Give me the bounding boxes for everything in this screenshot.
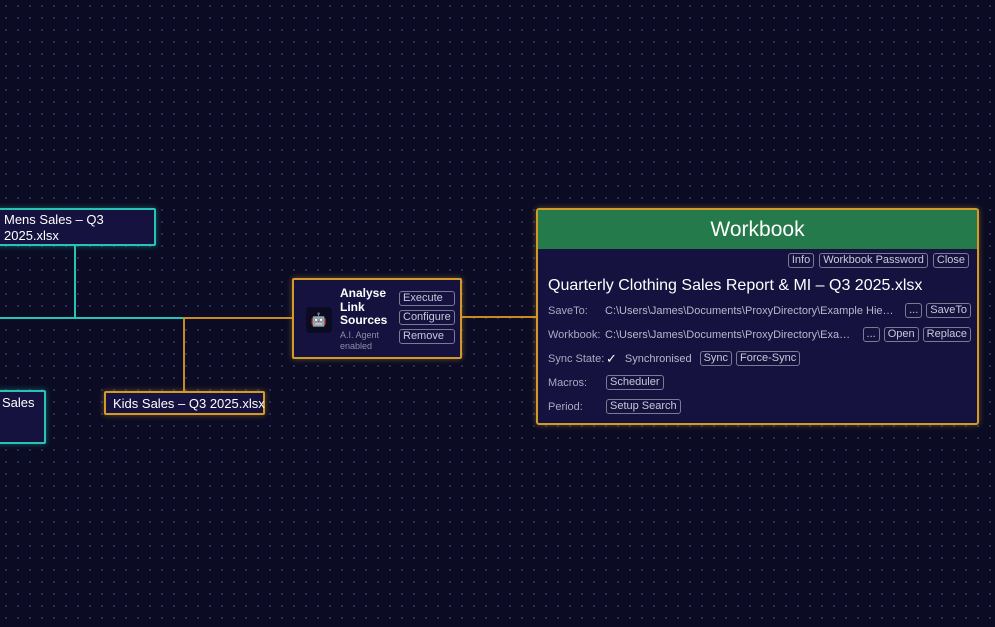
sync-state-label: Sync State: bbox=[548, 352, 605, 365]
replace-button[interactable]: Replace bbox=[922, 327, 971, 342]
saveto-browse-button[interactable]: ... bbox=[905, 303, 923, 318]
scheduler-button[interactable]: Scheduler bbox=[606, 375, 664, 390]
execute-button[interactable]: Execute bbox=[399, 291, 455, 306]
workbook-path: C:\Users\James\Documents\ProxyDirectory\… bbox=[605, 328, 855, 341]
period-row: Period: Setup Search bbox=[548, 398, 971, 415]
saveto-label: SaveTo: bbox=[548, 304, 588, 317]
mens-sales-label: Mens Sales – Q3 2025.xlsx bbox=[4, 212, 104, 243]
connector-teal-horizontal bbox=[0, 317, 184, 319]
configure-button[interactable]: Configure bbox=[399, 310, 455, 325]
robot-icon: 🤖 bbox=[306, 307, 332, 333]
workbook-browse-button[interactable]: ... bbox=[862, 327, 880, 342]
node-canvas[interactable]: Mens Sales – Q3 2025.xlsx Sales Kids Sal… bbox=[0, 0, 995, 627]
workbook-label: Workbook: bbox=[548, 328, 601, 341]
macros-row: Macros: Scheduler bbox=[548, 374, 971, 391]
info-button[interactable]: Info bbox=[787, 253, 815, 268]
agent-title: Analyse Link Sources bbox=[340, 286, 388, 327]
workbook-path-row: Workbook: C:\Users\James\Documents\Proxy… bbox=[548, 326, 971, 343]
connector-mens-vertical bbox=[74, 246, 76, 318]
kids-sales-label: Kids Sales – Q3 2025.xlsx bbox=[113, 396, 265, 411]
workbook-title: Quarterly Clothing Sales Report & MI – Q… bbox=[548, 277, 923, 294]
agent-subtitle: A.I. Agent enabled bbox=[340, 330, 380, 351]
workbook-header: Workbook bbox=[538, 210, 977, 249]
mens-sales-node[interactable]: Mens Sales – Q3 2025.xlsx bbox=[0, 208, 156, 246]
workbook-top-buttons: Info Workbook Password Close bbox=[787, 253, 969, 268]
saveto-button[interactable]: SaveTo bbox=[926, 303, 971, 318]
saveto-row: SaveTo: C:\Users\James\Documents\ProxyDi… bbox=[548, 302, 971, 319]
connector-kids-vertical bbox=[183, 317, 185, 391]
workbook-node[interactable]: Workbook Info Workbook Password Close Qu… bbox=[536, 208, 979, 425]
agent-button-group: Execute Configure Remove bbox=[399, 291, 455, 344]
force-sync-button[interactable]: Force-Sync bbox=[736, 351, 801, 366]
close-button[interactable]: Close bbox=[932, 253, 969, 268]
sales-node-label: Sales bbox=[2, 395, 35, 410]
period-label: Period: bbox=[548, 400, 583, 413]
sync-button[interactable]: Sync bbox=[699, 351, 733, 366]
open-button[interactable]: Open bbox=[883, 327, 919, 342]
check-icon: ✓ bbox=[606, 350, 617, 366]
saveto-path: C:\Users\James\Documents\ProxyDirectory\… bbox=[605, 304, 897, 317]
connector-amber-horizontal-left bbox=[184, 317, 292, 319]
remove-button[interactable]: Remove bbox=[399, 329, 455, 344]
macros-label: Macros: bbox=[548, 376, 588, 389]
sync-state-row: Sync State: ✓ Synchronised Sync Force-Sy… bbox=[548, 350, 971, 367]
workbook-password-button[interactable]: Workbook Password bbox=[819, 253, 928, 268]
sales-node-partial[interactable]: Sales bbox=[0, 390, 46, 444]
sync-status-text: Synchronised bbox=[624, 352, 692, 365]
kids-sales-node[interactable]: Kids Sales – Q3 2025.xlsx bbox=[104, 391, 265, 415]
connector-agent-to-workbook bbox=[462, 316, 536, 318]
setup-search-button[interactable]: Setup Search bbox=[606, 399, 681, 414]
analyse-link-sources-node[interactable]: 🤖 Analyse Link Sources A.I. Agent enable… bbox=[292, 278, 462, 359]
